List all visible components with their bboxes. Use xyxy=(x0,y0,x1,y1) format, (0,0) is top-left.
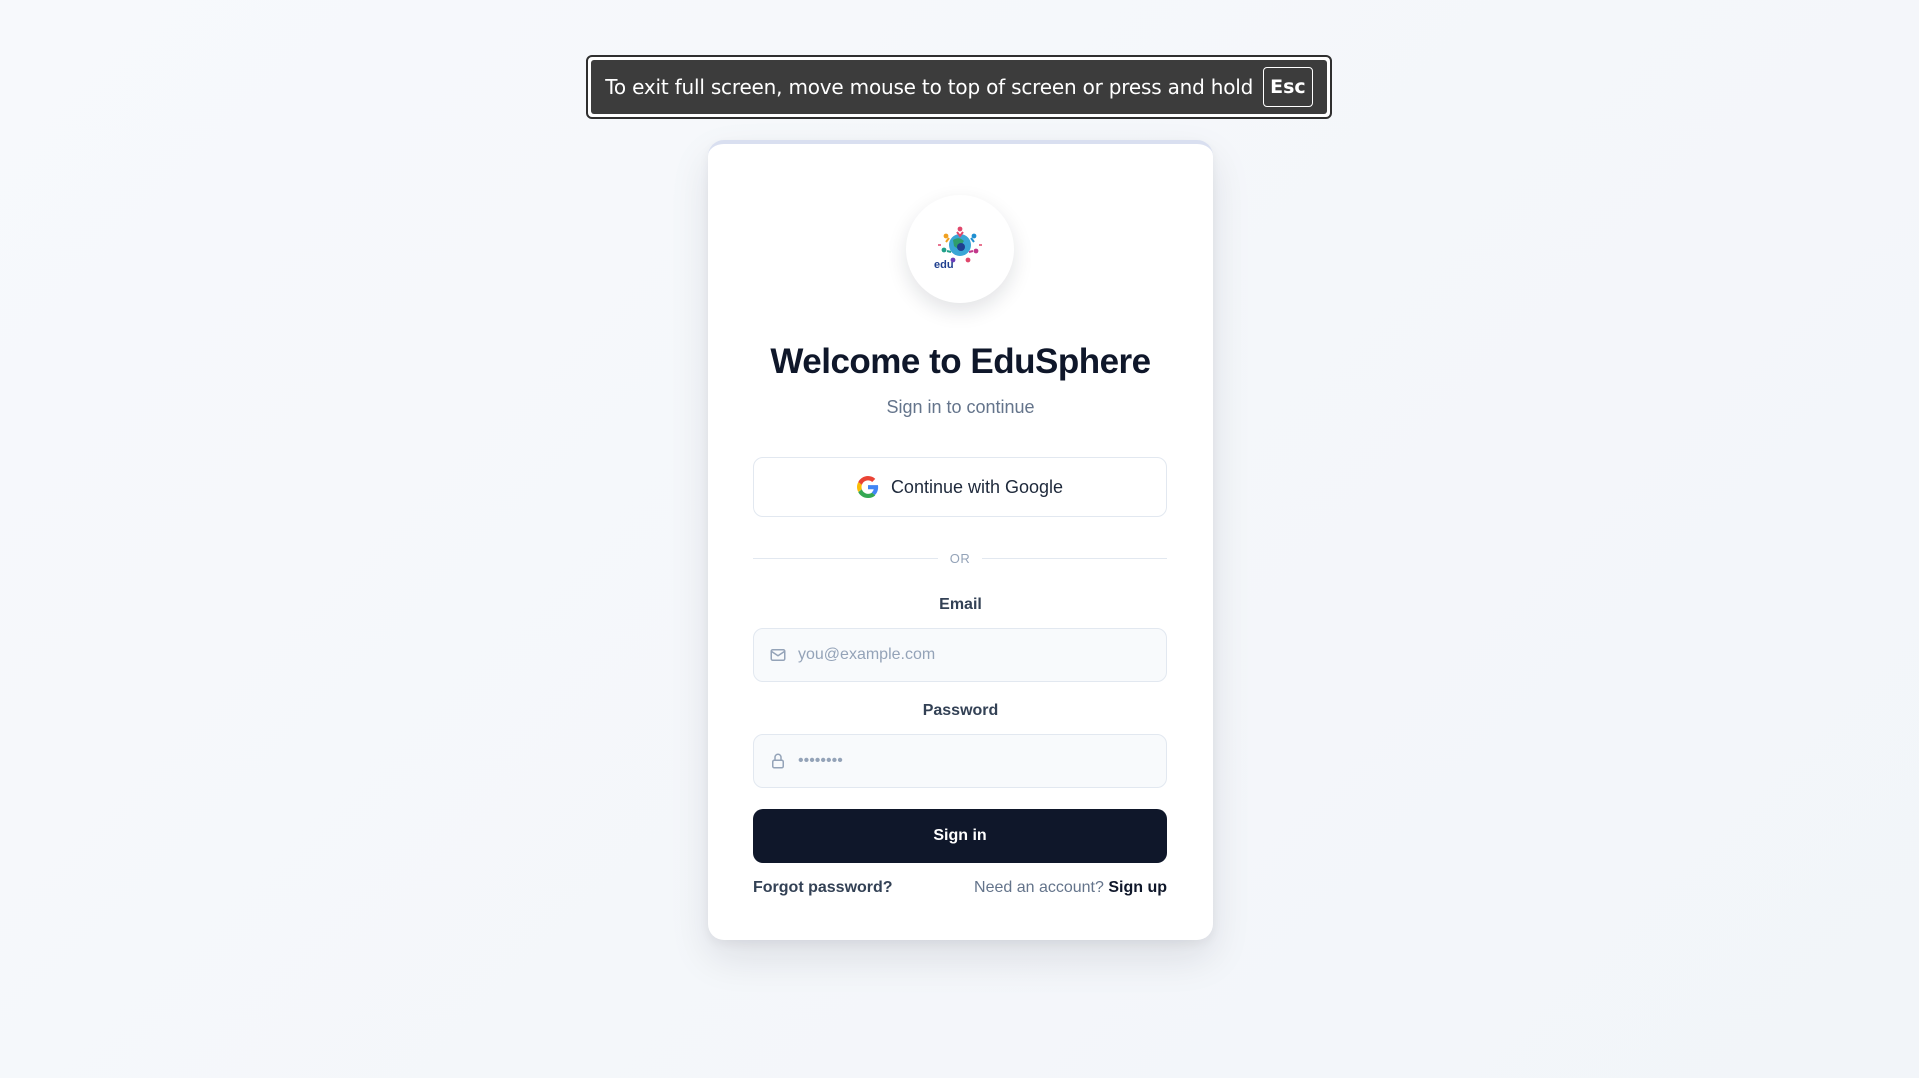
page-title: Welcome to EduSphere xyxy=(770,342,1151,381)
signin-button[interactable]: Sign in xyxy=(753,809,1167,863)
password-label: Password xyxy=(922,702,999,719)
mail-icon xyxy=(768,645,788,665)
email-input[interactable] xyxy=(798,629,1166,681)
google-signin-button[interactable]: Continue with Google xyxy=(753,457,1167,517)
signup-link[interactable]: Sign up xyxy=(1108,879,1167,896)
signup-prompt: Need an account? Sign up xyxy=(974,879,1167,897)
logo-text: edu xyxy=(934,259,954,271)
email-label: Email xyxy=(939,596,982,613)
or-divider: OR xyxy=(753,548,1167,568)
email-field-wrapper[interactable] xyxy=(753,628,1167,682)
google-icon xyxy=(856,476,879,498)
page-subtitle: Sign in to continue xyxy=(886,397,1035,417)
login-card: edu Welcome to EduSphere Sign in to cont… xyxy=(708,140,1213,940)
forgot-password-link[interactable]: Forgot password? xyxy=(753,879,893,897)
need-account-text: Need an account? xyxy=(974,879,1104,896)
divider-text: OR xyxy=(949,550,971,566)
login-footer: Forgot password? Need an account? Sign u… xyxy=(753,877,1167,899)
esc-key-badge: Esc xyxy=(1263,67,1313,107)
google-button-label: Continue with Google xyxy=(890,476,1064,497)
fullscreen-notice-text: To exit full screen, move mouse to top o… xyxy=(605,75,1254,99)
divider-line-right xyxy=(982,557,1167,559)
lock-icon xyxy=(768,751,788,771)
divider-line-left xyxy=(753,557,938,559)
password-field-wrapper[interactable] xyxy=(753,734,1167,788)
password-input[interactable] xyxy=(798,735,1166,787)
fullscreen-notice-body: To exit full screen, move mouse to top o… xyxy=(591,60,1327,114)
logo-badge: edu xyxy=(906,195,1014,303)
fullscreen-notice: To exit full screen, move mouse to top o… xyxy=(586,55,1332,119)
